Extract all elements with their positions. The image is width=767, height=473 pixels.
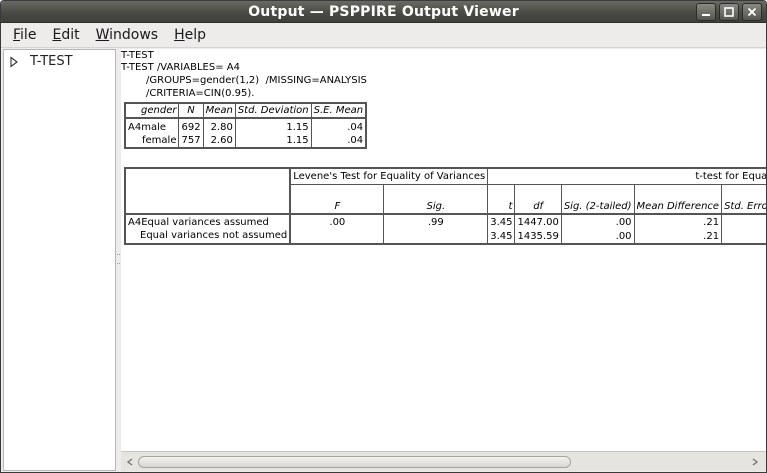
syntax-line-4: /CRITERIA=CIN(0.95). [146,88,255,99]
ttest-top-header-row: Levene's Test for Equality of Variances … [125,168,766,215]
header-gender: gender [125,103,180,119]
levene-header: Levene's Test for Equality of Variances [290,168,489,185]
table-row: Equal variances not assumed 3.45 1435.59… [125,229,766,244]
minimize-icon [702,14,710,16]
window-controls [696,3,762,21]
independent-samples-test-table: Levene's Test for Equality of Variances … [124,167,766,245]
f-cell [290,229,385,244]
menu-windows[interactable]: Windows [88,27,167,43]
close-button[interactable] [742,3,762,21]
row-label-equal-not-assumed: Equal variances not assumed [125,229,292,244]
var-label: A4 [128,217,142,228]
horizontal-scrollbar[interactable] [121,451,766,471]
menu-edit[interactable]: Edit [44,27,87,43]
mean-cell: 2.60 [203,134,236,148]
output-tree-pane: T-TEST [3,49,116,471]
header-se-mean: S.E. Mean [311,103,367,119]
scroll-right-button[interactable] [748,455,762,469]
header-n: N [178,103,204,119]
group-stats-header-row: gender N Mean Std. Deviation S.E. Mean [125,103,367,119]
md-cell: .21 [634,229,723,244]
header-mean: Mean [203,103,236,119]
output-content-pane: T-TEST T-TEST /VARIABLES= A4 /GROUPS=gen… [121,49,766,471]
df-cell: 1447.00 [514,214,562,229]
n-cell: 692 [178,118,204,134]
menu-file[interactable]: File [5,27,44,43]
scrollbar-thumb[interactable] [138,456,571,468]
close-icon [747,7,757,17]
var-label: A4 [128,122,142,133]
header-df: df [514,184,562,215]
header-std-deviation: Std. Deviation [235,103,312,119]
n-cell: 757 [178,134,204,148]
sig-cell: .99 [383,214,489,229]
tree-item-ttest[interactable]: T-TEST [8,54,73,69]
minimize-button[interactable] [696,3,716,21]
title-bar[interactable]: Output — PSPPIRE Output Viewer [1,1,766,23]
f-cell: .00 [290,214,385,229]
t-cell: 3.45 [487,214,516,229]
table-row: female 757 2.60 1.15 .04 [125,134,366,148]
menu-help[interactable]: Help [166,27,214,43]
mean-cell: 2.80 [203,118,236,134]
window-title: Output — PSPPIRE Output Viewer [248,4,519,20]
sd-cell: 1.15 [235,118,312,134]
se-cell: .04 [347,122,364,133]
splitter-grip[interactable] [117,254,120,264]
table-row: A4male 692 2.80 1.15 .04 [125,118,366,134]
scroll-left-button[interactable] [123,455,137,469]
syntax-line-3: /GROUPS=gender(1,2) /MISSING=ANALYSIS [146,75,367,86]
header-std-error-diff: Std. Error D [721,184,766,215]
ttest-corner-cell [125,168,292,215]
chevron-left-icon [126,458,133,466]
menu-bar: File Edit Windows Help [1,23,766,48]
md-cell: .21 [634,214,723,229]
sig2-cell: .00 [561,229,635,244]
t-cell: 3.45 [487,229,516,244]
sig-cell [383,229,489,244]
expander-arrow-icon[interactable] [8,55,20,68]
group-cell-male: A4male [125,118,180,134]
chevron-right-icon [752,458,759,466]
se-cell: .04 [347,135,364,146]
group-cell-female: female [125,134,180,148]
header-t: t [487,184,516,215]
se-diff-cell [722,229,766,244]
syntax-line-1: T-TEST [121,50,154,61]
maximize-button[interactable] [719,3,739,21]
maximize-icon [724,7,734,17]
header-sig: Sig. [383,184,489,215]
header-f: F [290,184,385,215]
header-sig-2-tailed: Sig. (2-tailed) [561,184,635,215]
ttest-header: t-test for Equality [487,168,766,185]
group-statistics-table: gender N Mean Std. Deviation S.E. Mean A… [124,102,368,149]
row-label-equal-assumed: A4Equal variances assumed [125,214,292,229]
sig2-cell: .00 [561,214,635,229]
df-cell: 1435.59 [514,229,562,244]
header-mean-difference: Mean Difference [634,184,723,215]
table-row: A4Equal variances assumed .00 .99 3.45 1… [125,214,766,229]
sd-cell: 1.15 [235,134,312,148]
syntax-line-2: T-TEST /VARIABLES= A4 [121,62,240,73]
se-diff-cell [722,214,766,229]
tree-item-label: T-TEST [30,54,73,69]
output-viewer-window: Output — PSPPIRE Output Viewer File Edit… [0,0,767,473]
